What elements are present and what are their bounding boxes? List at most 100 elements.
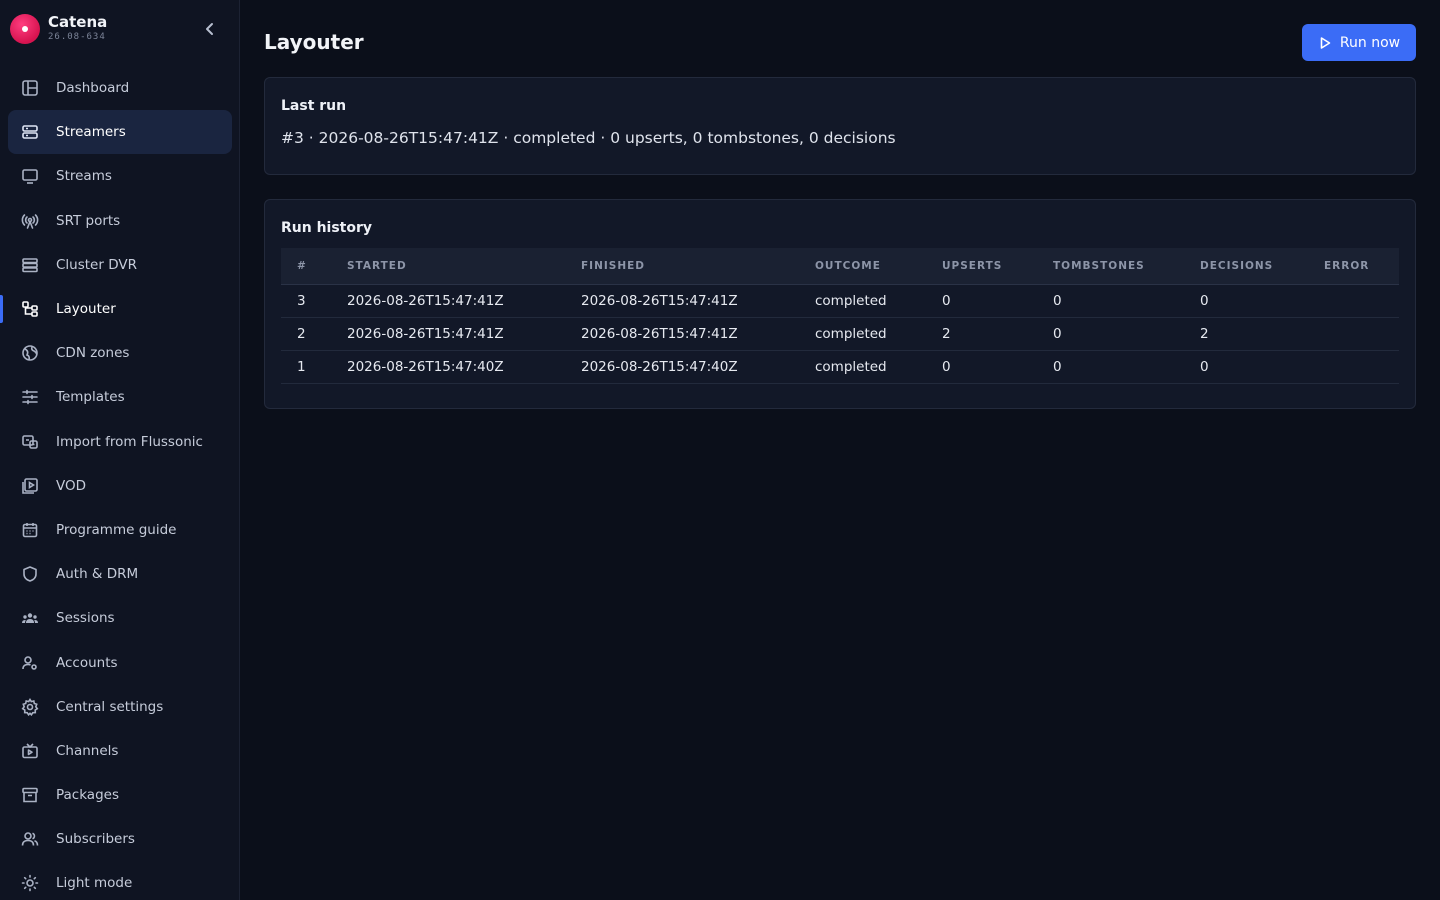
antenna-icon <box>20 211 40 231</box>
sidebar-item-label: Layouter <box>56 301 116 318</box>
cell-error <box>1308 350 1399 384</box>
sidebar-item-subscribers[interactable]: Subscribers <box>8 817 232 861</box>
cell-upserts: 0 <box>926 284 1037 318</box>
cell-tombstones: 0 <box>1037 284 1184 318</box>
run-now-label: Run now <box>1339 34 1401 51</box>
cell-started: 2026-08-26T15:47:40Z <box>331 350 565 384</box>
sidebar-item-auth-drm[interactable]: Auth & DRM <box>8 552 232 596</box>
archive-icon <box>20 785 40 805</box>
run-now-button[interactable]: Run now <box>1302 24 1416 61</box>
monitor-icon <box>20 166 40 186</box>
cell-decisions: 2 <box>1184 317 1308 351</box>
sidebar-item-label: Light mode <box>56 875 133 892</box>
sidebar-item-srt-ports[interactable]: SRT ports <box>8 199 232 243</box>
cell-number: 2 <box>281 317 331 351</box>
layout-tree-icon <box>20 299 40 319</box>
cell-tombstones: 0 <box>1037 317 1184 351</box>
sidebar-item-templates[interactable]: Templates <box>8 375 232 419</box>
sidebar-item-programme-guide[interactable]: Programme guide <box>8 508 232 552</box>
sidebar-item-sessions[interactable]: Sessions <box>8 596 232 640</box>
sidebar-item-label: Dashboard <box>56 80 130 97</box>
sidebar-item-label: Streams <box>56 168 112 185</box>
cell-decisions: 0 <box>1184 284 1308 318</box>
sidebar-item-label: VOD <box>56 477 87 494</box>
cell-tombstones: 0 <box>1037 350 1184 384</box>
column-header-finished: FINISHED <box>565 248 799 285</box>
cell-error <box>1308 317 1399 351</box>
sidebar-item-label: Central settings <box>56 698 164 715</box>
column-header-error: ERROR <box>1308 248 1399 285</box>
sidebar: Catena 26.08-634 Dashboard Streamers Str… <box>0 0 240 900</box>
play-icon <box>1320 36 1331 49</box>
import-icon <box>20 432 40 452</box>
sidebar-item-label: Streamers <box>56 124 126 141</box>
shield-icon <box>20 564 40 584</box>
brand-version: 26.08-634 <box>48 32 106 42</box>
collapse-sidebar-button[interactable] <box>198 17 222 41</box>
sidebar-item-label: Import from Flussonic <box>56 433 203 450</box>
column-header-tombstones: TOMBSTONES <box>1037 248 1184 285</box>
sidebar-item-label: CDN zones <box>56 345 130 362</box>
sidebar-item-label: Channels <box>56 742 119 759</box>
sidebar-item-label: Packages <box>56 787 119 804</box>
brand-logo <box>10 14 40 44</box>
sidebar-item-cluster-dvr[interactable]: Cluster DVR <box>8 243 232 287</box>
table-header-row: # STARTED FINISHED OUTCOME UPSERTS TOMBS… <box>281 248 1399 285</box>
table-row: 2 2026-08-26T15:47:41Z 2026-08-26T15:47:… <box>281 317 1399 351</box>
cell-started: 2026-08-26T15:47:41Z <box>331 317 565 351</box>
page-title: Layouter <box>264 30 364 54</box>
storage-icon <box>20 255 40 275</box>
last-run-summary: #3 · 2026-08-26T15:47:41Z · completed · … <box>281 129 896 147</box>
sidebar-item-streams[interactable]: Streams <box>8 154 232 198</box>
last-run-card: Last run #3 · 2026-08-26T15:47:41Z · com… <box>264 77 1416 175</box>
sun-icon <box>20 873 40 893</box>
cell-finished: 2026-08-26T15:47:40Z <box>565 350 799 384</box>
run-history-title: Run history <box>281 220 373 236</box>
sidebar-item-label: Cluster DVR <box>56 256 137 273</box>
column-header-upserts: UPSERTS <box>926 248 1037 285</box>
run-history-card: Run history # STARTED FINISHED OUTCOME U… <box>264 199 1416 409</box>
sidebar-item-vod[interactable]: VOD <box>8 464 232 508</box>
dashboard-icon <box>20 78 40 98</box>
cell-number: 3 <box>281 284 331 318</box>
video-library-icon <box>20 476 40 496</box>
sidebar-item-light-mode[interactable]: Light mode <box>8 861 232 900</box>
sidebar-item-streamers[interactable]: Streamers <box>8 110 232 155</box>
column-header-number: # <box>281 248 331 285</box>
sliders-icon <box>20 387 40 407</box>
sidebar-item-label: Programme guide <box>56 521 177 538</box>
sidebar-item-label: Accounts <box>56 654 118 671</box>
sidebar-item-label: SRT ports <box>56 212 121 229</box>
sidebar-item-label: Sessions <box>56 610 115 627</box>
sidebar-item-channels[interactable]: Channels <box>8 729 232 773</box>
cell-upserts: 0 <box>926 350 1037 384</box>
table-row: 1 2026-08-26T15:47:40Z 2026-08-26T15:47:… <box>281 350 1399 384</box>
run-history-table: # STARTED FINISHED OUTCOME UPSERTS TOMBS… <box>281 248 1399 384</box>
cell-error <box>1308 284 1399 318</box>
cell-started: 2026-08-26T15:47:41Z <box>331 284 565 318</box>
user-gear-icon <box>20 653 40 673</box>
column-header-decisions: DECISIONS <box>1184 248 1308 285</box>
column-header-started: STARTED <box>331 248 565 285</box>
cell-outcome: completed <box>799 284 926 318</box>
sidebar-item-central-settings[interactable]: Central settings <box>8 685 232 729</box>
cell-finished: 2026-08-26T15:47:41Z <box>565 284 799 318</box>
sidebar-item-import-from-flussonic[interactable]: Import from Flussonic <box>8 420 232 464</box>
column-header-outcome: OUTCOME <box>799 248 926 285</box>
brand: Catena 26.08-634 <box>10 13 230 45</box>
users-group-icon <box>20 608 40 628</box>
sidebar-item-dashboard[interactable]: Dashboard <box>8 66 232 110</box>
brand-name: Catena <box>48 13 108 31</box>
main-content: Layouter Run now Last run #3 · 2026-08-2… <box>240 0 1440 900</box>
sidebar-item-label: Subscribers <box>56 831 135 848</box>
cell-finished: 2026-08-26T15:47:41Z <box>565 317 799 351</box>
server-icon <box>20 122 40 142</box>
sidebar-item-cdn-zones[interactable]: CDN zones <box>8 331 232 375</box>
last-run-title: Last run <box>281 98 347 114</box>
sidebar-item-layouter[interactable]: Layouter <box>0 287 232 331</box>
cell-decisions: 0 <box>1184 350 1308 384</box>
cell-upserts: 2 <box>926 317 1037 351</box>
sidebar-item-accounts[interactable]: Accounts <box>8 640 232 684</box>
gear-icon <box>20 697 40 717</box>
sidebar-item-packages[interactable]: Packages <box>8 773 232 817</box>
